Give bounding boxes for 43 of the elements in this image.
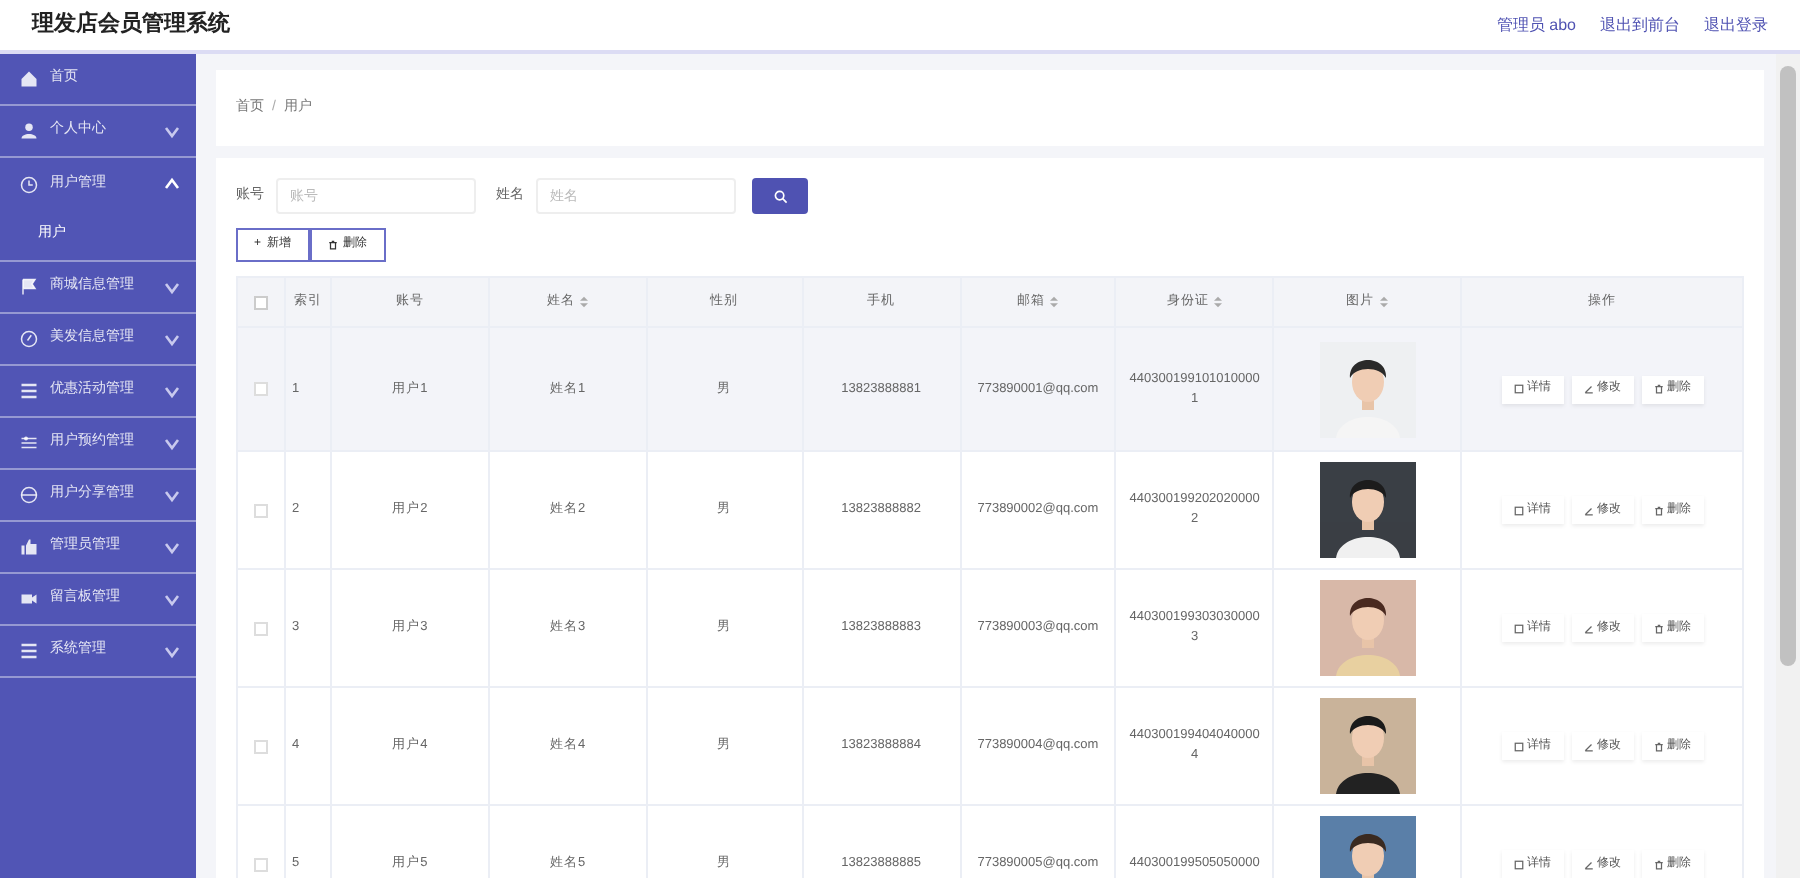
sort-icon[interactable] xyxy=(1380,296,1389,308)
checkbox[interactable] xyxy=(253,503,268,517)
sort-icon[interactable] xyxy=(580,296,589,308)
header-link[interactable]: 退出到前台 xyxy=(1600,13,1680,37)
search-icon xyxy=(773,189,787,203)
pencil-icon xyxy=(1583,384,1594,394)
pencil-icon xyxy=(1583,741,1594,751)
checkbox[interactable] xyxy=(253,739,268,753)
globe-icon xyxy=(20,486,38,504)
thumbs-up-icon xyxy=(20,538,38,556)
document-icon xyxy=(1513,384,1524,394)
list-icon xyxy=(20,642,38,660)
sort-icon[interactable] xyxy=(1214,296,1223,308)
flag-icon xyxy=(20,278,38,296)
pencil-icon xyxy=(1583,505,1594,515)
document-icon xyxy=(1513,623,1524,633)
trash-icon xyxy=(327,240,338,250)
checkbox[interactable] xyxy=(253,295,268,309)
clock-icon xyxy=(20,175,38,193)
video-camera-icon xyxy=(20,590,38,608)
header-link[interactable]: 管理员 abo xyxy=(1496,13,1576,37)
person-icon xyxy=(20,122,38,140)
trash-icon xyxy=(1653,384,1664,394)
pencil-icon xyxy=(1583,623,1594,633)
document-icon xyxy=(1513,859,1524,869)
trash-icon xyxy=(1653,505,1664,515)
home-icon xyxy=(20,70,38,88)
pencil-icon xyxy=(1583,859,1594,869)
sort-icon[interactable] xyxy=(1050,296,1059,308)
document-icon xyxy=(1513,741,1524,751)
trash-icon xyxy=(1653,741,1664,751)
checkbox[interactable] xyxy=(253,382,268,396)
trash-icon xyxy=(1653,859,1664,869)
checkbox[interactable] xyxy=(253,621,268,635)
app-title: 理发店会员管理系统 xyxy=(32,9,230,41)
checkbox[interactable] xyxy=(253,857,268,871)
document-icon xyxy=(1513,505,1524,515)
list-icon xyxy=(20,382,38,400)
trash-icon xyxy=(1653,623,1664,633)
compass-icon xyxy=(20,330,38,348)
sliders-icon xyxy=(20,434,38,452)
header-link[interactable]: 退出登录 xyxy=(1704,13,1768,37)
search-button[interactable] xyxy=(752,178,808,214)
